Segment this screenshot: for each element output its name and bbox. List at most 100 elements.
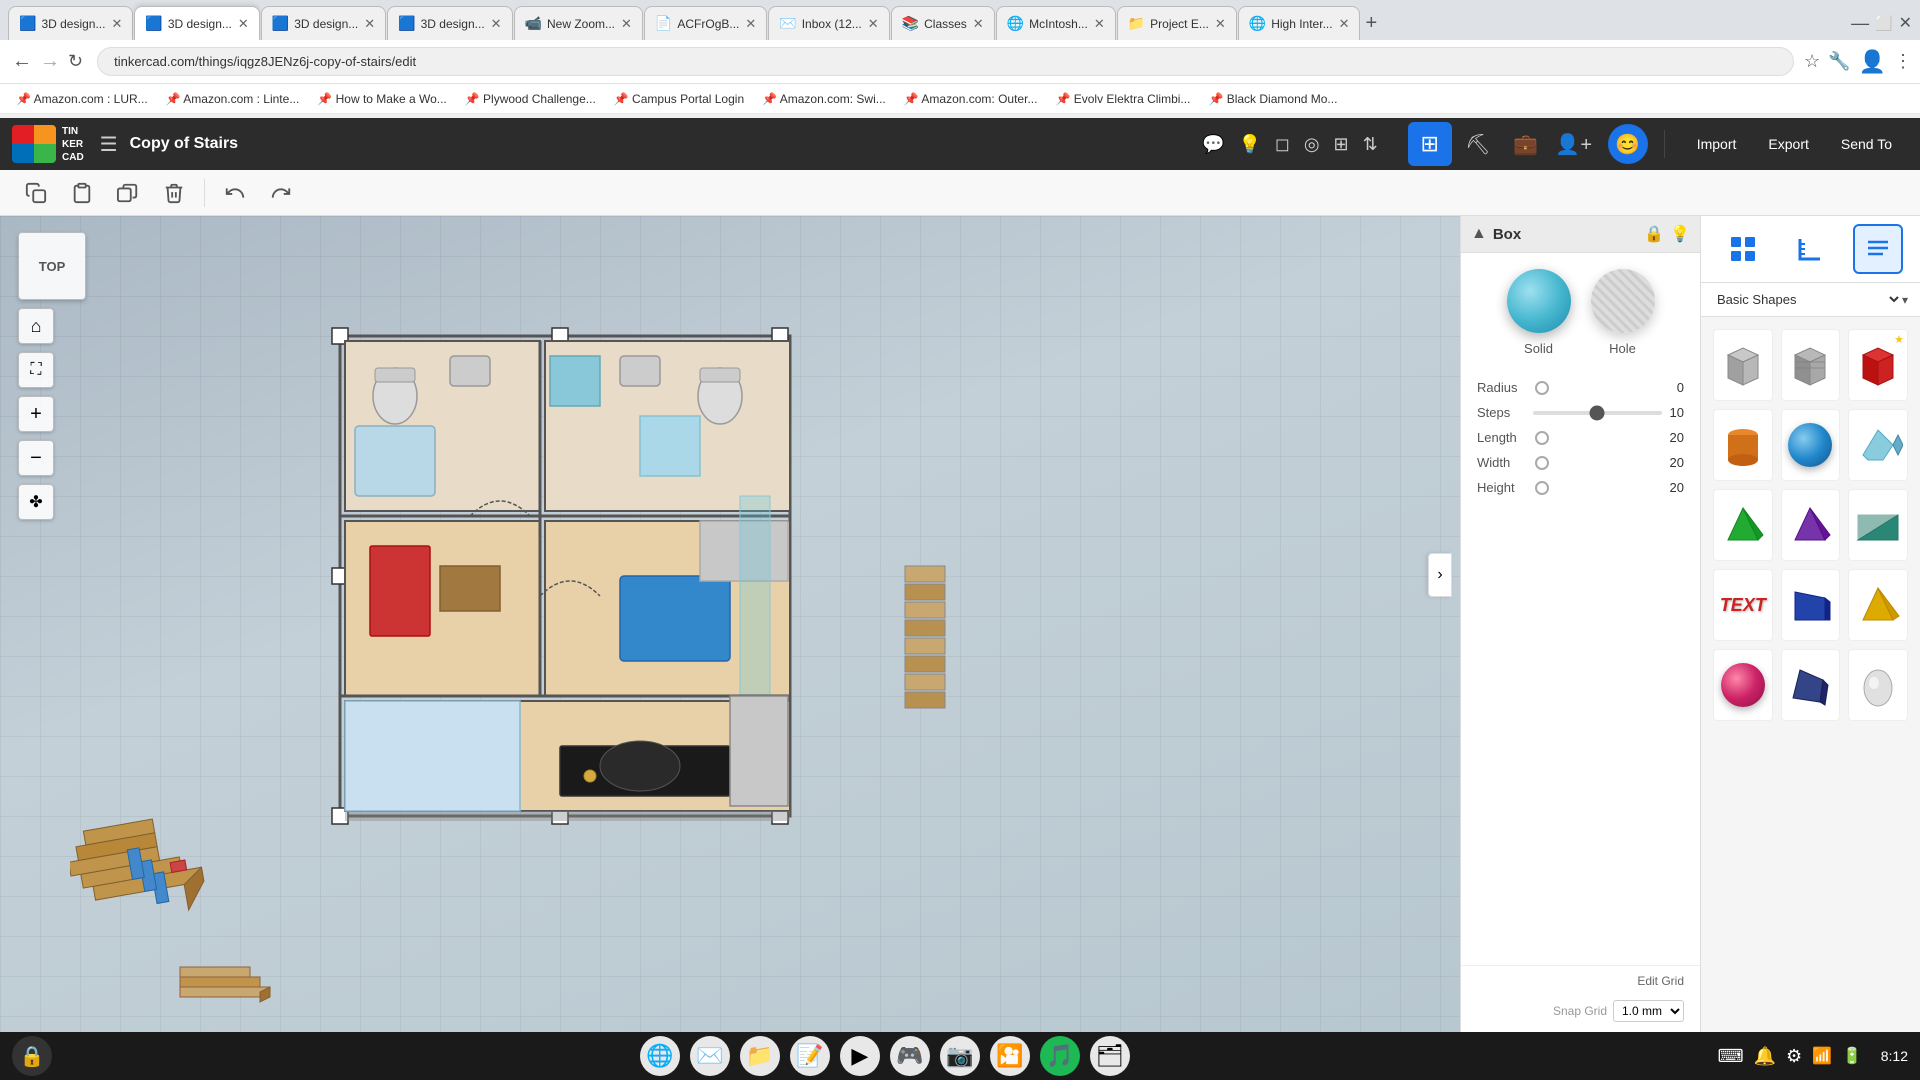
tab-2[interactable]: 🟦 3D design... ✕ — [134, 6, 259, 40]
bookmark-amazon-1[interactable]: 📌 Amazon.com : LUR... — [8, 90, 156, 108]
pickaxe-button[interactable]: ⛏ — [1456, 122, 1500, 166]
forward-button[interactable]: → — [36, 46, 64, 77]
bookmark-black-diamond[interactable]: 📌 Black Diamond Mo... — [1200, 90, 1345, 108]
help-button[interactable]: 💡 — [1232, 128, 1266, 161]
bookmark-star-icon[interactable]: ☆ — [1804, 51, 1820, 72]
tab-6-close[interactable]: ✕ — [745, 16, 756, 32]
add-user-button[interactable]: 👤+ — [1552, 122, 1596, 166]
tab-10[interactable]: 📁 Project E... ✕ — [1117, 6, 1237, 40]
tab-9-close[interactable]: ✕ — [1094, 16, 1105, 32]
shapes-category-dropdown[interactable]: Basic Shapes — [1713, 291, 1902, 308]
taskbar-gmail-icon[interactable]: ✉️ — [690, 1036, 730, 1076]
canvas-area[interactable]: TOP ⌂ ⛶ + − ✤ — [0, 216, 1460, 1032]
settings-icon[interactable]: ⚙ — [1786, 1046, 1802, 1067]
tab-4[interactable]: 🟦 3D design... ✕ — [387, 6, 512, 40]
solid-option[interactable]: Solid — [1507, 269, 1571, 356]
copy-button[interactable] — [16, 175, 56, 211]
tab-5[interactable]: 📹 New Zoom... ✕ — [514, 6, 643, 40]
shape-item-sphere[interactable] — [1781, 409, 1841, 481]
tinkercad-logo[interactable]: TINKERCAD — [12, 125, 84, 164]
tab-1-close[interactable]: ✕ — [111, 16, 122, 32]
tab-10-close[interactable]: ✕ — [1215, 16, 1226, 32]
shape-item-pyramid-green[interactable] — [1713, 489, 1773, 561]
export-button[interactable]: Export — [1752, 130, 1824, 158]
steps-slider[interactable] — [1533, 411, 1662, 415]
notification-icon[interactable]: 🔔 — [1754, 1046, 1776, 1067]
radius-radio[interactable] — [1535, 381, 1549, 395]
light-icon[interactable]: 💡 — [1670, 224, 1690, 244]
panel-tab-grid[interactable] — [1718, 224, 1768, 274]
chat-button[interactable]: 💬 — [1196, 128, 1230, 161]
grid-view-button[interactable]: ⊞ — [1408, 122, 1452, 166]
tab-7-close[interactable]: ✕ — [868, 16, 879, 32]
taskbar-files-icon[interactable]: 🗂 — [1090, 1036, 1130, 1076]
keyboard-icon[interactable]: ⌨ — [1718, 1046, 1744, 1067]
shape-item-egg[interactable] — [1848, 649, 1908, 721]
tab-8[interactable]: 📚 Classes ✕ — [891, 6, 995, 40]
bookmark-amazon-2[interactable]: 📌 Amazon.com : Linte... — [158, 90, 308, 108]
shape-item-box-red[interactable]: ★ — [1848, 329, 1908, 401]
refresh-button[interactable]: ↻ — [64, 47, 87, 76]
shape-item-box-1[interactable] — [1713, 329, 1773, 401]
taskbar-system-tray-left[interactable]: 🔒 — [12, 1036, 52, 1076]
shape-item-pyramid-yellow[interactable] — [1848, 569, 1908, 641]
shape-item-dark-blue[interactable] — [1781, 649, 1841, 721]
tab-6[interactable]: 📄 ACFrOgB... ✕ — [644, 6, 767, 40]
minimize-button[interactable]: — — [1851, 13, 1869, 34]
redo-button[interactable] — [261, 175, 301, 211]
undo-button[interactable] — [215, 175, 255, 211]
shape-item-wedge-blue[interactable] — [1781, 569, 1841, 641]
tab-3-close[interactable]: ✕ — [364, 16, 375, 32]
panel-tab-ruler[interactable] — [1785, 224, 1835, 274]
taskbar-meet-icon[interactable]: 🎦 — [990, 1036, 1030, 1076]
shape-item-pyramid-purple[interactable] — [1781, 489, 1841, 561]
zoom-out-button[interactable]: − — [18, 440, 54, 476]
height-radio[interactable] — [1535, 481, 1549, 495]
width-radio[interactable] — [1535, 456, 1549, 470]
bookmark-campus[interactable]: 📌 Campus Portal Login — [606, 90, 752, 108]
panel-tab-text[interactable] — [1853, 224, 1903, 274]
duplicate-button[interactable] — [108, 175, 148, 211]
length-radio[interactable] — [1535, 431, 1549, 445]
align-button[interactable]: ⊞ — [1328, 128, 1355, 161]
lock-icon[interactable]: 🔒 — [1644, 224, 1664, 244]
tab-11[interactable]: 🌐 High Inter... ✕ — [1238, 6, 1361, 40]
extension-icon[interactable]: 🔧 — [1828, 51, 1850, 72]
shape-item-abstract[interactable] — [1848, 409, 1908, 481]
hole-option[interactable]: Hole — [1591, 269, 1655, 356]
shape-item-sphere-pink[interactable] — [1713, 649, 1773, 721]
snap-button[interactable]: ◎ — [1298, 128, 1326, 161]
shape-item-box-2[interactable] — [1781, 329, 1841, 401]
tab-11-close[interactable]: ✕ — [1339, 16, 1350, 32]
tab-8-close[interactable]: ✕ — [973, 16, 984, 32]
fit-view-button[interactable]: ⛶ — [18, 352, 54, 388]
bookmark-amazon-3[interactable]: 📌 Amazon.com: Swi... — [754, 90, 894, 108]
import-button[interactable]: Import — [1681, 130, 1753, 158]
menu-icon[interactable]: ⋮ — [1894, 51, 1912, 72]
profile-icon[interactable]: 👤 — [1859, 49, 1886, 75]
tab-5-close[interactable]: ✕ — [621, 16, 632, 32]
taskbar-play-icon[interactable]: 🎮 — [890, 1036, 930, 1076]
shape-item-wedge-teal[interactable] — [1848, 489, 1908, 561]
new-tab-button[interactable]: + — [1365, 12, 1377, 35]
shape-item-cylinder[interactable] — [1713, 409, 1773, 481]
cursor-button[interactable]: ◻ — [1269, 128, 1296, 161]
tab-7[interactable]: ✉️ Inbox (12... ✕ — [768, 6, 889, 40]
edit-grid-label[interactable]: Edit Grid — [1637, 974, 1684, 988]
home-button[interactable]: ⌂ — [18, 308, 54, 344]
panel-collapse-arrow[interactable]: › — [1428, 553, 1452, 597]
paste-button[interactable] — [62, 175, 102, 211]
bookmark-plywood[interactable]: 📌 Plywood Challenge... — [457, 90, 604, 108]
tab-3[interactable]: 🟦 3D design... ✕ — [261, 6, 386, 40]
send-to-button[interactable]: Send To — [1825, 130, 1908, 158]
view-cube[interactable]: TOP — [18, 232, 86, 300]
delete-button[interactable] — [154, 175, 194, 211]
zoom-in-button[interactable]: + — [18, 396, 54, 432]
compass-button[interactable]: ✤ — [18, 484, 54, 520]
close-window-button[interactable]: ✕ — [1899, 13, 1912, 33]
taskbar-youtube-icon[interactable]: ▶ — [840, 1036, 880, 1076]
avatar[interactable]: 😊 — [1608, 124, 1648, 164]
bookmark-how-to[interactable]: 📌 How to Make a Wo... — [309, 90, 454, 108]
shape-item-text[interactable]: TEXT — [1713, 569, 1773, 641]
address-bar[interactable]: tinkercad.com/things/iqgz8JENz6j-copy-of… — [97, 47, 1794, 76]
